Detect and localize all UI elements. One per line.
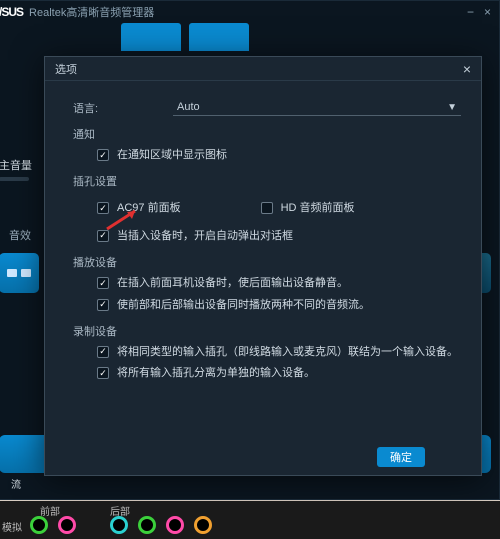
back-port-pink[interactable] bbox=[166, 516, 184, 534]
tie-inputs-checkbox[interactable] bbox=[97, 346, 109, 358]
jack-section-label: 插孔设置 bbox=[73, 173, 461, 189]
titlebar: /SUS Realtek高清晰音频管理器 − × bbox=[0, 1, 499, 23]
language-select[interactable]: Auto ▼ bbox=[173, 99, 461, 116]
separate-inputs-label: 将所有输入插孔分离为单独的输入设备。 bbox=[117, 366, 315, 381]
ok-button[interactable]: 确定 bbox=[377, 447, 425, 467]
chevron-down-icon: ▼ bbox=[447, 102, 457, 113]
mute-rear-label: 在插入前面耳机设备时，使后面输出设备静音。 bbox=[117, 276, 348, 291]
mute-rear-checkbox[interactable] bbox=[97, 277, 109, 289]
speaker-config-icon[interactable] bbox=[0, 253, 39, 293]
ok-button-label: 确定 bbox=[390, 449, 412, 465]
auto-popup-label: 当插入设备时，开启自动弹出对话框 bbox=[117, 229, 293, 244]
device-tab-1[interactable] bbox=[121, 23, 181, 51]
back-port-green[interactable] bbox=[138, 516, 156, 534]
options-dialog: 选项 × 语言: Auto ▼ 通知 在通知区域中显示图标 插孔设置 AC97 … bbox=[44, 56, 482, 476]
brand-logo: /SUS bbox=[0, 5, 23, 19]
back-ports-label: 后部 bbox=[110, 503, 130, 518]
back-port-orange[interactable] bbox=[194, 516, 212, 534]
notify-tray-checkbox[interactable] bbox=[97, 149, 109, 161]
device-tab-2[interactable] bbox=[189, 23, 249, 51]
master-volume-slider[interactable] bbox=[0, 177, 29, 181]
notify-section-label: 通知 bbox=[73, 126, 461, 142]
language-value: Auto bbox=[177, 101, 200, 113]
stream-label: 流 bbox=[11, 476, 21, 491]
record-section-label: 录制设备 bbox=[73, 323, 461, 339]
dual-stream-label: 使前部和后部输出设备同时播放两种不同的音频流。 bbox=[117, 298, 370, 313]
separate-inputs-checkbox[interactable] bbox=[97, 367, 109, 379]
port-strip: 前部 后部 模拟 bbox=[0, 501, 500, 539]
front-ports-label: 前部 bbox=[40, 503, 60, 518]
front-port-green[interactable] bbox=[30, 516, 48, 534]
playback-section-label: 播放设备 bbox=[73, 254, 461, 270]
dialog-title: 选项 bbox=[55, 61, 77, 77]
auto-popup-checkbox[interactable] bbox=[97, 230, 109, 242]
dual-stream-checkbox[interactable] bbox=[97, 299, 109, 311]
window-title: Realtek高清晰音频管理器 bbox=[29, 4, 154, 20]
device-tabs bbox=[0, 23, 499, 55]
close-icon[interactable]: × bbox=[484, 5, 491, 19]
dialog-close-icon[interactable]: × bbox=[463, 61, 471, 77]
ac97-checkbox[interactable] bbox=[97, 202, 109, 214]
ac97-label: AC97 前面板 bbox=[117, 201, 181, 216]
minimize-icon[interactable]: − bbox=[467, 5, 474, 19]
front-port-pink[interactable] bbox=[58, 516, 76, 534]
master-volume-label: 主音量 bbox=[0, 157, 32, 173]
notify-tray-label: 在通知区域中显示图标 bbox=[117, 148, 227, 163]
hd-audio-checkbox[interactable] bbox=[261, 202, 273, 214]
hd-audio-label: HD 音频前面板 bbox=[281, 201, 355, 216]
language-label: 语言: bbox=[73, 100, 173, 116]
back-port-cyan[interactable] bbox=[110, 516, 128, 534]
effect-tab-label[interactable]: 音效 bbox=[9, 227, 31, 243]
analog-label: 模拟 bbox=[2, 519, 22, 534]
tie-inputs-label: 将相同类型的输入插孔（即线路输入或麦克风）联结为一个输入设备。 bbox=[117, 345, 458, 360]
